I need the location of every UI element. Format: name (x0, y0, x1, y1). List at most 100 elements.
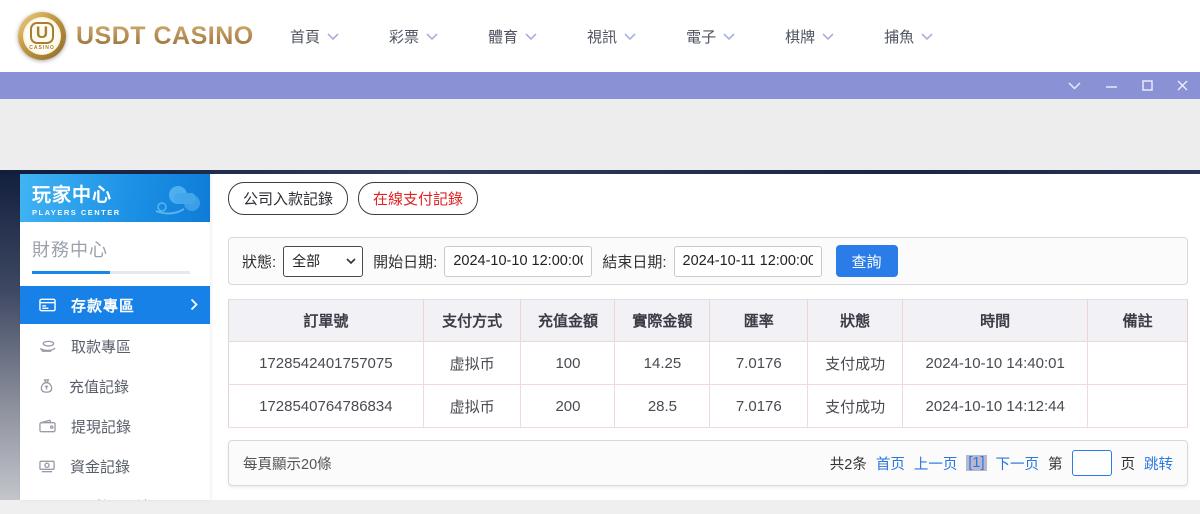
table-cell: 2024-10-10 14:40:01 (903, 342, 1088, 385)
sidebar-item-label: 取款專區 (71, 336, 131, 357)
pagination-bar: 每頁顯示20條 共2条 首页 上一页 [1] 下一页 第 页 跳转 (228, 440, 1188, 486)
first-page-link[interactable]: 首页 (876, 453, 905, 474)
collapse-chevron-icon[interactable] (1068, 82, 1081, 90)
status-label: 狀態: (242, 251, 276, 272)
table-cell: 14.25 (615, 342, 710, 385)
jump-prefix-label: 第 (1048, 453, 1063, 474)
nav-item-lottery[interactable]: 彩票 (389, 26, 438, 47)
table-header-cell: 備註 (1088, 300, 1188, 342)
nav-item-label: 棋牌 (785, 26, 815, 47)
table-cell: 7.0176 (710, 342, 808, 385)
gamepad-decoration-icon (148, 177, 204, 219)
table-cell: 7.0176 (710, 385, 808, 428)
next-page-link[interactable]: 下一页 (996, 453, 1040, 474)
page: U CASINO USDT CASINO 首頁 彩票 體育 視訊 電子 棋牌 捕魚 (0, 0, 1200, 514)
start-date-input[interactable] (444, 246, 592, 277)
table-row: 1728542401757075虚拟币10014.257.0176支付成功202… (229, 342, 1188, 385)
table-header-cell: 時間 (903, 300, 1088, 342)
brand-logo-icon: U CASINO (18, 12, 66, 60)
current-page-indicator: [1] (966, 455, 986, 471)
nav-item-home[interactable]: 首頁 (290, 26, 339, 47)
jump-action-link[interactable]: 跳转 (1144, 453, 1173, 474)
table-cell: 1728540764786834 (229, 385, 424, 428)
prev-page-link[interactable]: 上一页 (914, 453, 958, 474)
main-nav: 首頁 彩票 體育 視訊 電子 棋牌 捕魚 (290, 26, 933, 47)
window-title-bar (0, 72, 1200, 99)
table-header-cell: 支付方式 (423, 300, 521, 342)
jump-suffix-label: 页 (1121, 453, 1136, 474)
logo-sub-text: CASINO (29, 45, 54, 51)
records-table: 訂單號支付方式充值金額實際金額匯率狀態時間備註 1728542401757075… (228, 299, 1188, 428)
nav-item-live-video[interactable]: 視訊 (587, 26, 636, 47)
nav-item-board-games[interactable]: 棋牌 (785, 26, 834, 47)
filter-bar: 狀態: 全部 開始日期: 結束日期: 查詢 (228, 237, 1188, 285)
table-cell (1088, 385, 1188, 428)
nav-item-slots[interactable]: 電子 (686, 26, 735, 47)
sidebar-item-deposit-zone[interactable]: 存款專區 (20, 286, 210, 324)
left-edge-strip (0, 174, 20, 500)
maximize-icon[interactable] (1142, 80, 1153, 91)
nav-item-sports[interactable]: 體育 (488, 26, 537, 47)
top-nav-bar: U CASINO USDT CASINO 首頁 彩票 體育 視訊 電子 棋牌 捕魚 (0, 0, 1200, 72)
nav-item-label: 電子 (686, 26, 716, 47)
nav-item-fishing[interactable]: 捕魚 (884, 26, 933, 47)
main-area: 玩家中心 PLAYERS CENTER 財務中心 存款專區取款專區充值記錄提現記… (0, 170, 1200, 500)
sidebar-item-withdraw-zone[interactable]: 取款專區 (20, 326, 210, 366)
record-tabs: 公司入款記錄在線支付記錄 (228, 182, 1188, 215)
minimize-icon[interactable] (1105, 82, 1118, 90)
sidebar-item-label: 存款專區 (71, 295, 135, 316)
sidebar-item-label: HH彩票下注 (70, 496, 152, 501)
start-date-label: 開始日期: (373, 251, 437, 272)
chevron-down-icon (624, 33, 636, 40)
section-underline (32, 271, 190, 274)
page-jump-input[interactable] (1072, 450, 1112, 476)
list-icon (39, 500, 55, 501)
banner-spacer (0, 99, 1200, 170)
status-select[interactable]: 全部 (283, 246, 363, 277)
tab-online-payment-records[interactable]: 在線支付記錄 (358, 182, 478, 215)
table-cell (1088, 342, 1188, 385)
tab-company-deposit-records[interactable]: 公司入款記錄 (228, 182, 348, 215)
sidebar-section: 財務中心 (20, 222, 210, 274)
chevron-down-icon (822, 33, 834, 40)
finance-center-label: 財務中心 (32, 236, 210, 262)
sidebar-item-label: 提現記錄 (71, 416, 131, 437)
deposit-card-icon (39, 298, 56, 312)
chevron-down-icon (525, 33, 537, 40)
end-date-input[interactable] (674, 246, 822, 277)
table-cell: 1728542401757075 (229, 342, 424, 385)
table-cell: 100 (521, 342, 615, 385)
banknote-icon (39, 459, 55, 474)
brand-logo[interactable]: U CASINO USDT CASINO (18, 12, 266, 60)
table-cell: 虚拟币 (423, 385, 521, 428)
sidebar-item-funds-records[interactable]: 資金記錄 (20, 446, 210, 486)
sidebar-item-hh-lottery-bets[interactable]: HH彩票下注 (20, 486, 210, 500)
nav-item-label: 視訊 (587, 26, 617, 47)
chevron-down-icon (426, 33, 438, 40)
page-size-text: 每頁顯示20條 (243, 453, 332, 474)
table-row: 1728540764786834虚拟币20028.57.0176支付成功2024… (229, 385, 1188, 428)
withdraw-hand-icon (39, 339, 56, 353)
end-date-label: 結束日期: (602, 251, 666, 272)
table-cell: 200 (521, 385, 615, 428)
table-header-cell: 訂單號 (229, 300, 424, 342)
table-cell: 28.5 (615, 385, 710, 428)
table-header-cell: 實際金額 (615, 300, 710, 342)
content-panel: 公司入款記錄在線支付記錄 狀態: 全部 開始日期: 結束日期: 查詢 訂單號支付… (228, 182, 1188, 486)
sidebar-item-label: 資金記錄 (70, 456, 130, 477)
sidebar-item-withdrawal-records[interactable]: 提現記錄 (20, 406, 210, 446)
table-cell: 支付成功 (808, 385, 903, 428)
close-icon[interactable] (1177, 80, 1188, 91)
sidebar-item-recharge-records[interactable]: 充值記錄 (20, 366, 210, 406)
table-header-row: 訂單號支付方式充值金額實際金額匯率狀態時間備註 (229, 300, 1188, 342)
table-cell: 2024-10-10 14:12:44 (903, 385, 1088, 428)
search-button[interactable]: 查詢 (836, 245, 898, 277)
chevron-right-icon (190, 298, 198, 311)
table-cell: 虚拟币 (423, 342, 521, 385)
sidebar-header: 玩家中心 PLAYERS CENTER (20, 174, 210, 222)
nav-item-label: 首頁 (290, 26, 320, 47)
sidebar-menu: 存款專區取款專區充值記錄提現記錄資金記錄 HH彩票下注 (20, 286, 210, 500)
logo-letter: U (30, 22, 54, 44)
nav-item-label: 彩票 (389, 26, 419, 47)
total-count-text: 共2条 (830, 453, 867, 474)
